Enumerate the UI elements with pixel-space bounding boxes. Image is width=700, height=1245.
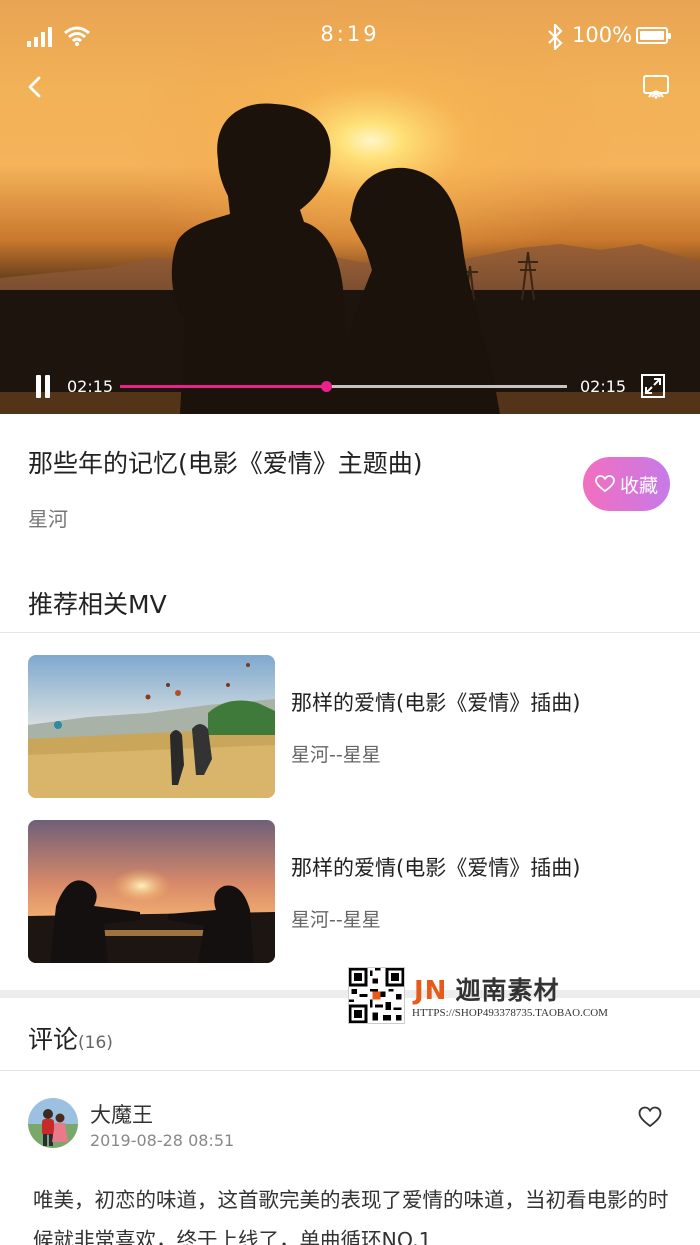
mv-artist: 星河--星星 bbox=[291, 909, 381, 931]
comment-text: 唯美，初恋的味道，这首歌完美的表现了爱情的味道，当初看电影的时候就非常喜欢，终于… bbox=[33, 1188, 669, 1245]
avatar[interactable] bbox=[28, 1098, 78, 1148]
related-mv-item[interactable]: 那样的爱情(电影《爱情》插曲) 星河--星星 bbox=[28, 820, 678, 963]
battery-percent: 100% bbox=[572, 23, 633, 47]
player-controls: 02:15 02:15 bbox=[0, 368, 700, 404]
mv-thumbnail-image bbox=[28, 655, 275, 798]
mv-thumbnail[interactable] bbox=[28, 655, 275, 798]
mv-artist: 星河--星星 bbox=[291, 744, 381, 766]
progress-bar[interactable] bbox=[120, 381, 567, 392]
mv-thumbnail-image bbox=[28, 820, 275, 963]
video-player[interactable]: 8:19 100% 02:15 02:15 bbox=[0, 0, 700, 414]
avatar-image bbox=[28, 1098, 78, 1148]
comments-heading-label: 评论 bbox=[28, 1025, 79, 1054]
total-time: 02:15 bbox=[580, 377, 627, 396]
fullscreen-icon[interactable] bbox=[641, 374, 665, 398]
pause-icon[interactable] bbox=[34, 375, 52, 398]
song-artist: 星河 bbox=[28, 507, 68, 531]
heart-icon[interactable] bbox=[638, 1106, 662, 1128]
related-mv-item[interactable]: 那样的爱情(电影《爱情》插曲) 星河--星星 bbox=[28, 655, 678, 798]
divider bbox=[0, 632, 700, 633]
comment-time: 2019-08-28 08:51 bbox=[90, 1131, 235, 1150]
watermark-mark: JN bbox=[414, 976, 448, 1006]
comment-username: 大魔王 bbox=[90, 1103, 153, 1127]
current-time: 02:15 bbox=[67, 377, 114, 396]
battery-icon bbox=[636, 27, 671, 44]
heart-icon bbox=[595, 475, 615, 493]
mv-thumbnail[interactable] bbox=[28, 820, 275, 963]
watermark-url: HTTPS://SHOP493378735.TAOBAO.COM bbox=[412, 1007, 608, 1019]
song-title: 那些年的记忆(电影《爱情》主题曲) bbox=[28, 449, 423, 478]
back-arrow-icon[interactable] bbox=[20, 72, 50, 102]
watermark-text: 迦南素材 bbox=[455, 976, 560, 1005]
progress-knob[interactable] bbox=[320, 381, 332, 392]
cast-icon[interactable] bbox=[642, 74, 670, 100]
bluetooth-icon bbox=[548, 24, 563, 50]
status-bar: 8:19 100% bbox=[0, 0, 700, 72]
comments-heading: 评论(16) bbox=[28, 1020, 113, 1056]
qr-code-icon bbox=[348, 967, 405, 1024]
divider bbox=[0, 1070, 700, 1071]
mv-title: 那样的爱情(电影《爱情》插曲) bbox=[291, 856, 581, 880]
favorite-button[interactable]: 收藏 bbox=[583, 457, 670, 511]
mv-title: 那样的爱情(电影《爱情》插曲) bbox=[291, 691, 581, 715]
watermark: JN 迦南素材 HTTPS://SHOP493378735.TAOBAO.COM bbox=[348, 967, 628, 1025]
favorite-label: 收藏 bbox=[619, 474, 658, 497]
related-heading: 推荐相关MV bbox=[28, 590, 167, 619]
progress-fill bbox=[120, 385, 326, 388]
watermark-brand: JN 迦南素材 bbox=[414, 971, 559, 1007]
comments-count: (16) bbox=[78, 1033, 113, 1053]
